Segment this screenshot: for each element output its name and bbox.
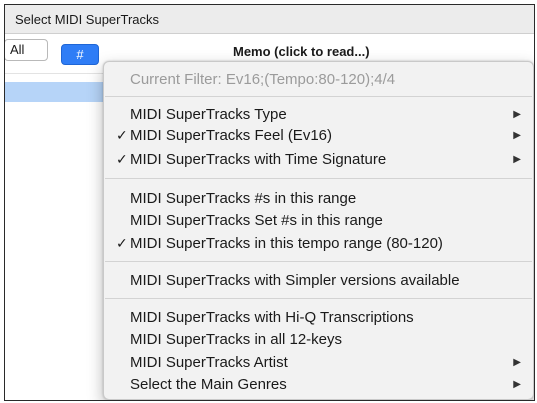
menu-item-set-numbers-in-range[interactable]: MIDI SuperTracks Set #s in this range bbox=[104, 210, 533, 231]
menu-item-supertracks-type[interactable]: MIDI SuperTracks Type ▶ bbox=[104, 104, 533, 125]
number-filter-button[interactable]: # bbox=[61, 44, 99, 65]
current-filter-label: Current Filter: Ev16;(Tempo:80-120);4/4 bbox=[130, 71, 396, 88]
window-title: Select MIDI SuperTracks bbox=[15, 12, 160, 27]
menu-item-main-genres[interactable]: Select the Main Genres ▶ bbox=[104, 374, 533, 395]
menu-separator bbox=[105, 261, 532, 262]
submenu-arrow-icon: ▶ bbox=[513, 357, 521, 368]
menu-item-simpler-versions[interactable]: MIDI SuperTracks with Simpler versions a… bbox=[104, 270, 533, 291]
submenu-arrow-icon: ▶ bbox=[513, 130, 521, 141]
menu-item-numbers-in-range[interactable]: MIDI SuperTracks #s in this range bbox=[104, 188, 533, 209]
menu-item-all-12-keys[interactable]: MIDI SuperTracks in all 12-keys bbox=[104, 329, 533, 350]
submenu-arrow-icon: ▶ bbox=[513, 154, 521, 165]
filter-context-menu: Current Filter: Ev16;(Tempo:80-120);4/4 … bbox=[103, 61, 534, 400]
menu-item-hiq-transcriptions[interactable]: MIDI SuperTracks with Hi-Q Transcription… bbox=[104, 307, 533, 328]
submenu-arrow-icon: ▶ bbox=[513, 379, 521, 390]
menu-separator bbox=[105, 178, 532, 179]
memo-column-header[interactable]: Memo (click to read...) bbox=[233, 44, 370, 59]
checkmark-icon: ✓ bbox=[116, 151, 128, 167]
menu-item-tempo-range[interactable]: ✓ MIDI SuperTracks in this tempo range (… bbox=[104, 233, 533, 254]
all-button[interactable]: All bbox=[5, 39, 48, 61]
title-bar[interactable]: Select MIDI SuperTracks bbox=[5, 5, 534, 34]
menu-item-supertracks-artist[interactable]: MIDI SuperTracks Artist ▶ bbox=[104, 352, 533, 373]
menu-item-time-signature[interactable]: ✓ MIDI SuperTracks with Time Signature ▶ bbox=[104, 149, 533, 170]
menu-item-supertracks-feel[interactable]: ✓ MIDI SuperTracks Feel (Ev16) ▶ bbox=[104, 125, 533, 146]
submenu-arrow-icon: ▶ bbox=[513, 109, 521, 120]
checkmark-icon: ✓ bbox=[116, 235, 128, 251]
menu-separator bbox=[105, 96, 532, 97]
select-midi-supertracks-window: Select MIDI SuperTracks All # Memo (clic… bbox=[4, 4, 535, 401]
menu-separator bbox=[105, 298, 532, 299]
checkmark-icon: ✓ bbox=[116, 127, 128, 143]
